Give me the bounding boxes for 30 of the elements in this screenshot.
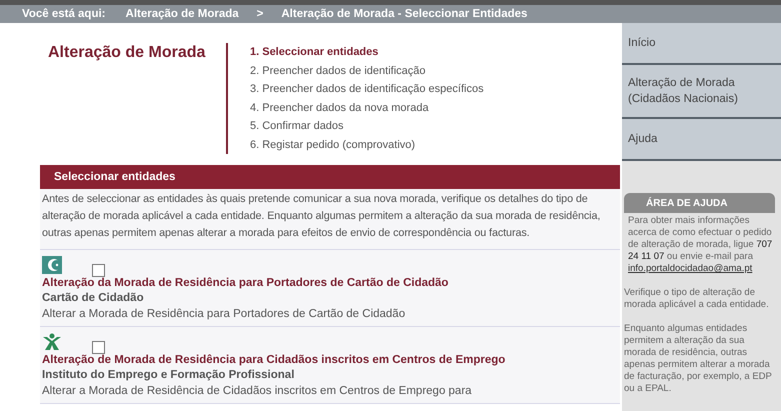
step-item: 4. Preencher dados da nova morada <box>250 100 430 116</box>
help-note: Verifique o tipo de alteração de morada aplicável a cada entidade. <box>624 287 770 311</box>
entity-description: Alterar a Morada de Residência de Cidadãos inscritos em Centros de Emprego para <box>42 384 473 399</box>
entity-name: Instituto do Emprego e Formação Profissional <box>42 368 296 383</box>
step-item: 5. Confirmar dados <box>250 119 345 134</box>
entity-name: Cartão de Cidadão <box>42 291 145 306</box>
breadcrumb-item: Alteração de Morada - Seleccionar Entidades <box>281 8 528 20</box>
checkbox[interactable] <box>92 341 105 354</box>
entity-title[interactable]: Alteração da Morada de Residência para Portadores de Cartão de Cidadão <box>42 276 618 291</box>
help-note: Enquanto algumas entidades permitem a alteração da sua morada de residência, outras apenas permitem alterar a morada de facturação, por exemplo, a EDP ou a EPAL. <box>624 323 773 395</box>
help-text: Para obter mais informações acerca de como efectuar o pedido de alteração de morada, ligue 707 24 11 07 ou envie e-mail para info.portaldocidadao@ama.pt <box>627 215 774 275</box>
step-item: 3. Preencher dados de identificação específicos <box>250 82 484 97</box>
intro-text: Antes de seleccionar as entidades às quais pretende comunicar a sua nova morada, verifique os detalhes do tipo de alteração de morada aplicável a cada entidade. Enquanto algumas permitem a alteração da sua morada de residência, outras apenas permitem apenas alterar a morada para efeitos de envio de correspondência ou facturas. <box>40 189 620 250</box>
entity-description: Alterar a Morada de Residência para Portadores de Cartão de Cidadão <box>42 307 406 322</box>
page-title: Alteração de Morada <box>48 44 206 63</box>
section-header: Seleccionar entidades <box>40 165 620 189</box>
sidebar-item[interactable]: Ajuda <box>622 119 781 161</box>
breadcrumb-item: Alteração de Morada <box>126 8 239 20</box>
figure-logo-icon <box>42 333 62 351</box>
step-item: 1. Seleccionar entidades <box>250 45 380 60</box>
sidebar-item[interactable]: Início <box>622 23 781 65</box>
breadcrumb-item: > <box>256 8 264 20</box>
email-link[interactable]: info.portaldocidadao@ama.pt <box>628 263 752 274</box>
step-item: 6. Registar pedido (comprovativo) <box>250 138 416 152</box>
checkbox[interactable] <box>92 264 105 277</box>
help-header: ÁREA DE AJUDA <box>624 193 775 213</box>
step-item: 2. Preencher dados de identificação <box>250 64 427 78</box>
sidebar-item[interactable]: Alteração de Morada (Cidadãos Nacionais) <box>622 65 781 119</box>
entity-title[interactable]: Alteração de Morada de Residência para Cidadãos inscritos em Centros de Emprego <box>42 353 618 368</box>
breadcrumb-label: Você está aqui: <box>22 8 106 20</box>
